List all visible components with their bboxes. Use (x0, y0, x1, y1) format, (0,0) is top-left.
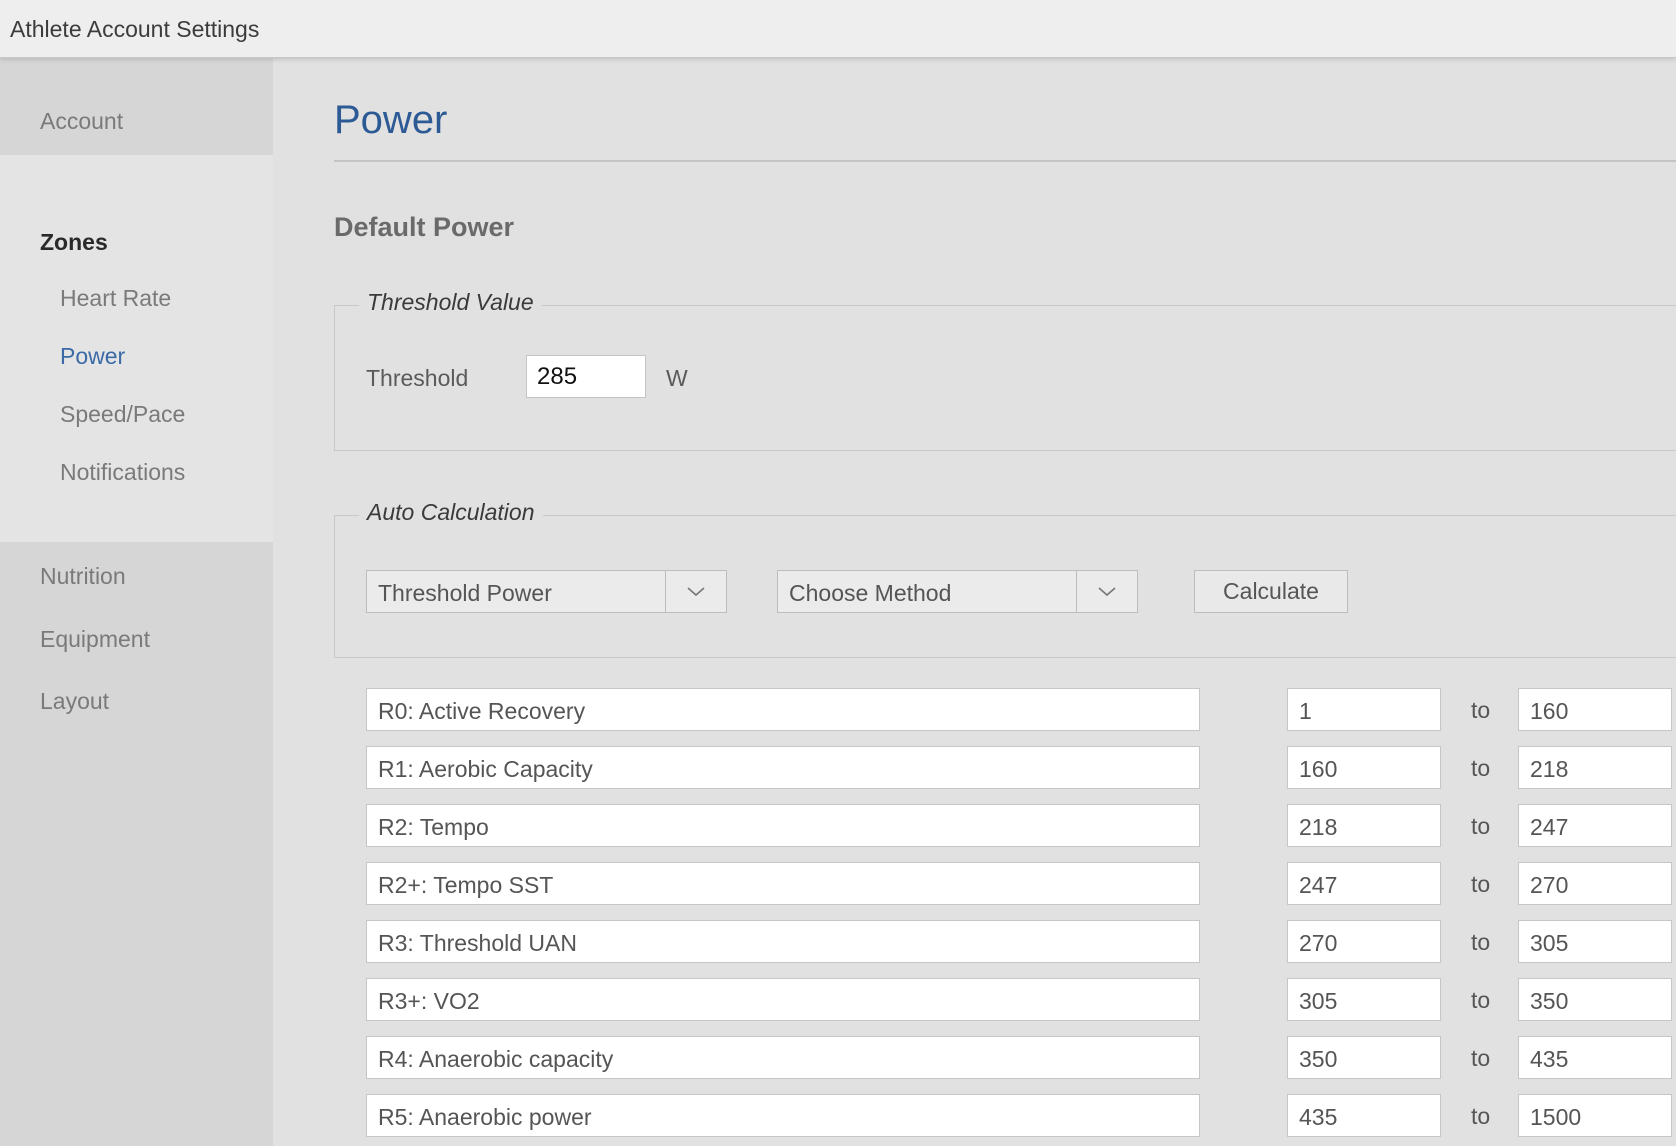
zone-name-input[interactable]: R0: Active Recovery (366, 688, 1200, 731)
zone-to-label: to (1471, 1045, 1491, 1071)
chevron-down-icon (665, 571, 726, 612)
zone-min-input[interactable]: 218 (1287, 804, 1441, 847)
zone-min-input[interactable]: 1 (1287, 688, 1441, 731)
title-divider (334, 160, 1676, 162)
zone-max-input[interactable]: 435 (1518, 1036, 1672, 1079)
zone-row: R4: Anaerobic capacity 350 to 435 (273, 1036, 1676, 1080)
zone-to-label: to (1471, 755, 1491, 781)
threshold-input[interactable] (526, 355, 646, 398)
zone-name-input[interactable]: R1: Aerobic Capacity (366, 746, 1200, 789)
chevron-down-icon (1076, 571, 1137, 612)
zone-min-input[interactable]: 247 (1287, 862, 1441, 905)
sidebar-item-nutrition[interactable]: Nutrition (40, 563, 126, 590)
zone-max-input[interactable]: 305 (1518, 920, 1672, 963)
calculate-button[interactable]: Calculate (1194, 570, 1348, 613)
zone-name-input[interactable]: R2: Tempo (366, 804, 1200, 847)
zone-row: R1: Aerobic Capacity 160 to 218 (273, 746, 1676, 790)
zone-min-input[interactable]: 270 (1287, 920, 1441, 963)
zone-row: R5: Anaerobic power 435 to 1500 (273, 1094, 1676, 1138)
zone-to-label: to (1471, 929, 1491, 955)
zone-min-input[interactable]: 160 (1287, 746, 1441, 789)
method-select-value: Choose Method (789, 580, 952, 606)
zone-name-input[interactable]: R3: Threshold UAN (366, 920, 1200, 963)
zone-to-label: to (1471, 871, 1491, 897)
zone-row: R0: Active Recovery 1 to 160 (273, 688, 1676, 732)
zone-to-label: to (1471, 813, 1491, 839)
zone-row: R3+: VO2 305 to 350 (273, 978, 1676, 1022)
auto-calculation-fieldset: Auto Calculation Threshold Power Choose … (334, 499, 1676, 658)
threshold-label: Threshold (366, 365, 469, 391)
sidebar-item-speed-pace[interactable]: Speed/Pace (60, 401, 185, 428)
threshold-unit: W (666, 365, 688, 391)
page-title: Power (334, 98, 448, 142)
auto-calculation-legend: Auto Calculation (359, 499, 543, 526)
sidebar-item-account[interactable]: Account (0, 58, 273, 155)
zone-name-input[interactable]: R4: Anaerobic capacity (366, 1036, 1200, 1079)
zone-max-input[interactable]: 218 (1518, 746, 1672, 789)
threshold-type-select-value: Threshold Power (378, 580, 552, 606)
window-titlebar: Athlete Account Settings (0, 0, 1676, 58)
sidebar-item-equipment[interactable]: Equipment (40, 626, 150, 653)
zone-max-input[interactable]: 160 (1518, 688, 1672, 731)
zone-to-label: to (1471, 1103, 1491, 1129)
zone-max-input[interactable]: 1500 (1518, 1094, 1672, 1137)
zone-max-input[interactable]: 247 (1518, 804, 1672, 847)
window-title: Athlete Account Settings (10, 16, 260, 42)
zone-name-input[interactable]: R3+: VO2 (366, 978, 1200, 1021)
zone-max-input[interactable]: 350 (1518, 978, 1672, 1021)
sidebar-item-layout[interactable]: Layout (40, 688, 109, 715)
zone-row: R3: Threshold UAN 270 to 305 (273, 920, 1676, 964)
sidebar-zones-panel: Zones Heart Rate Power Speed/Pace Notifi… (0, 155, 273, 542)
sidebar: Account Zones Heart Rate Power Speed/Pac… (0, 58, 273, 1146)
sidebar-item-heart-rate[interactable]: Heart Rate (60, 285, 171, 312)
threshold-fieldset: Threshold Value Threshold W (334, 289, 1676, 451)
zone-row: R2: Tempo 218 to 247 (273, 804, 1676, 848)
threshold-type-select[interactable]: Threshold Power (366, 570, 727, 613)
method-select[interactable]: Choose Method (777, 570, 1138, 613)
main-content: Power Default Power Threshold Value Thre… (273, 58, 1676, 1146)
zone-min-input[interactable]: 435 (1287, 1094, 1441, 1137)
zone-name-input[interactable]: R2+: Tempo SST (366, 862, 1200, 905)
zone-max-input[interactable]: 270 (1518, 862, 1672, 905)
section-title: Default Power (334, 212, 515, 242)
sidebar-item-zones[interactable]: Zones (40, 229, 108, 256)
zone-to-label: to (1471, 987, 1491, 1013)
sidebar-item-power[interactable]: Power (60, 343, 125, 370)
sidebar-item-notifications[interactable]: Notifications (60, 459, 185, 486)
zone-min-input[interactable]: 350 (1287, 1036, 1441, 1079)
zone-to-label: to (1471, 697, 1491, 723)
zone-min-input[interactable]: 305 (1287, 978, 1441, 1021)
zone-row: R2+: Tempo SST 247 to 270 (273, 862, 1676, 906)
threshold-legend: Threshold Value (359, 289, 542, 316)
zone-name-input[interactable]: R5: Anaerobic power (366, 1094, 1200, 1137)
